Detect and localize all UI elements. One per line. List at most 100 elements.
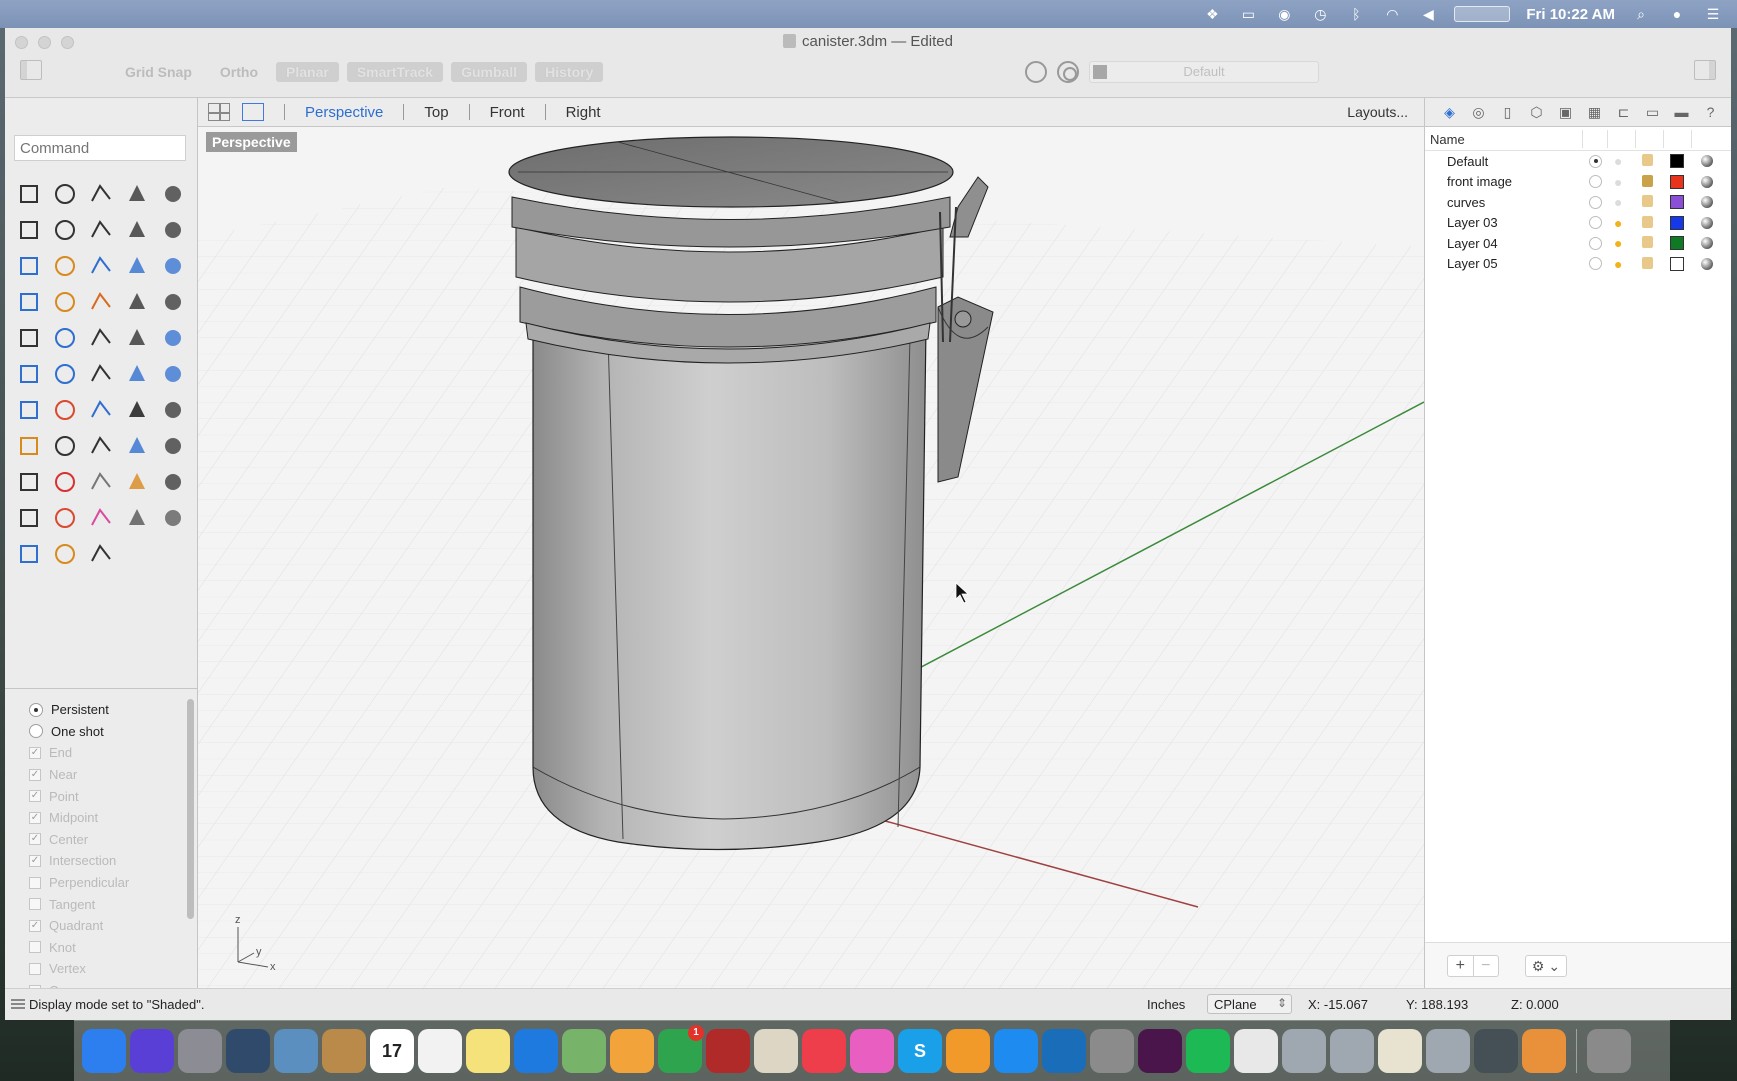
dimension-icon[interactable] xyxy=(157,358,189,390)
checkbox-icon[interactable]: ✓ xyxy=(29,746,41,759)
rectangle-icon[interactable] xyxy=(85,214,117,246)
lightbulb-icon[interactable]: ● xyxy=(1614,174,1622,190)
layer-color-swatch[interactable] xyxy=(1670,195,1684,209)
siri-icon[interactable]: ● xyxy=(1667,6,1687,22)
group-icon[interactable] xyxy=(49,322,81,354)
analyze-icon[interactable] xyxy=(157,394,189,426)
siri-icon[interactable] xyxy=(130,1029,174,1073)
layer-row[interactable]: front image ● xyxy=(1425,172,1731,193)
filter-icon[interactable] xyxy=(1025,61,1047,83)
lock-icon[interactable] xyxy=(1642,236,1653,248)
gumball-toggle[interactable]: Gumball xyxy=(451,62,528,82)
smarttrack-toggle[interactable]: SmartTrack xyxy=(346,62,444,82)
layout-tab-icon[interactable]: ⊏ xyxy=(1614,104,1633,121)
reminders-icon[interactable] xyxy=(418,1029,462,1073)
spotlight-icon[interactable]: ⌕ xyxy=(1631,6,1651,22)
layer-name[interactable]: Layer 03 xyxy=(1447,215,1498,230)
osnap-mode-oneshot[interactable]: One shot xyxy=(5,721,198,743)
split-icon[interactable] xyxy=(85,286,117,318)
osnap-item[interactable]: Tangent xyxy=(5,893,198,915)
current-layer-radio-icon[interactable] xyxy=(1589,195,1602,209)
extend-icon[interactable] xyxy=(157,286,189,318)
planar-toggle[interactable]: Planar xyxy=(276,62,339,82)
facetime-icon[interactable]: 1 xyxy=(658,1025,704,1073)
radio-icon[interactable] xyxy=(29,702,43,717)
surface-icon[interactable] xyxy=(13,250,45,282)
checkbox-icon[interactable]: ✓ xyxy=(29,919,41,932)
checkbox-icon[interactable]: ✓ xyxy=(29,790,41,803)
camera-tab-icon[interactable]: ▣ xyxy=(1556,104,1575,121)
material-sphere-icon[interactable] xyxy=(1701,216,1713,229)
slack-icon[interactable] xyxy=(1138,1029,1182,1073)
layer-name[interactable]: Layer 04 xyxy=(1447,236,1498,251)
grid-array-icon[interactable] xyxy=(13,394,45,426)
color-icon[interactable] xyxy=(85,502,117,534)
circle-icon[interactable] xyxy=(157,178,189,210)
map-icon[interactable] xyxy=(85,466,117,498)
checkbox-icon[interactable]: ✓ xyxy=(29,768,41,781)
four-viewports-icon[interactable] xyxy=(208,103,230,121)
maps-icon[interactable] xyxy=(562,1029,606,1073)
time-machine-icon[interactable]: ◷ xyxy=(1310,6,1330,22)
checkbox-icon[interactable]: ✓ xyxy=(29,833,41,846)
material-icon[interactable] xyxy=(13,538,45,570)
lock-icon[interactable] xyxy=(1642,154,1653,166)
volume-icon[interactable]: ◀ xyxy=(1418,6,1438,22)
zoom-extents-icon[interactable] xyxy=(121,430,153,462)
osnap-icon[interactable] xyxy=(1057,61,1079,83)
osnap-item[interactable]: ✓ Near xyxy=(5,764,198,786)
checkbox-icon[interactable]: ✓ xyxy=(29,854,41,867)
osnap-item[interactable]: ✓ Point xyxy=(5,785,198,807)
cube-tab-icon[interactable]: ⬡ xyxy=(1527,104,1546,121)
render-icon[interactable] xyxy=(49,502,81,534)
osnap-item[interactable]: ✓ Intersection xyxy=(5,850,198,872)
lock-icon[interactable] xyxy=(1642,215,1653,228)
document-tab-icon[interactable]: ▯ xyxy=(1498,104,1517,121)
array-icon[interactable] xyxy=(49,358,81,390)
car-icon[interactable] xyxy=(49,466,81,498)
material-sphere-icon[interactable] xyxy=(1701,175,1713,188)
lightbulb-icon[interactable]: ● xyxy=(1614,194,1622,210)
checkbox-icon[interactable] xyxy=(29,898,41,911)
rhino-wip-icon[interactable] xyxy=(1330,1029,1374,1073)
osnap-item[interactable]: On curve xyxy=(5,980,198,988)
current-layer-select[interactable]: Default xyxy=(1089,61,1319,83)
layer-row[interactable]: Layer 03 ● xyxy=(1425,213,1731,234)
chrome-icon[interactable] xyxy=(1234,1029,1278,1073)
battery-icon[interactable] xyxy=(1454,6,1511,22)
dropbox-icon[interactable]: ❖ xyxy=(1202,6,1222,22)
revolve-icon[interactable] xyxy=(49,250,81,282)
system-preferences-icon[interactable] xyxy=(1090,1029,1134,1073)
skype-icon[interactable]: S xyxy=(898,1029,942,1073)
checkbox-icon[interactable] xyxy=(29,941,41,954)
cylinder-icon[interactable] xyxy=(157,250,189,282)
rhino-wip-2-icon[interactable] xyxy=(1426,1029,1470,1073)
news-icon[interactable] xyxy=(802,1029,846,1073)
layer-color-swatch[interactable] xyxy=(1670,154,1684,168)
right-sidebar-toggle-icon[interactable] xyxy=(1694,60,1716,80)
current-layer-radio-icon[interactable] xyxy=(1589,175,1602,189)
measure-icon[interactable] xyxy=(85,394,117,426)
arc-icon[interactable] xyxy=(13,214,45,246)
current-layer-radio-icon[interactable] xyxy=(1589,154,1602,168)
lightbulb-icon[interactable]: ● xyxy=(1614,256,1622,272)
layer-color-swatch[interactable] xyxy=(1670,215,1684,230)
wifi-icon[interactable]: ◠ xyxy=(1382,6,1402,22)
osnap-scrollbar[interactable] xyxy=(187,699,194,919)
layers-tab-icon[interactable]: ◈ xyxy=(1440,104,1459,121)
materials-tab-icon[interactable]: ▦ xyxy=(1585,104,1604,121)
lightbulb-icon[interactable]: ● xyxy=(1614,153,1622,169)
osnap-mode-persistent[interactable]: Persistent xyxy=(5,699,198,721)
point-icon[interactable] xyxy=(49,178,81,210)
curve-icon[interactable] xyxy=(85,322,117,354)
checkbox-icon[interactable]: ✓ xyxy=(29,811,41,824)
history-toggle[interactable]: History xyxy=(535,62,604,82)
viewport-title[interactable]: Perspective xyxy=(206,132,297,152)
point-cloud-icon[interactable] xyxy=(49,538,81,570)
select-icon[interactable] xyxy=(13,178,45,210)
lock-icon[interactable] xyxy=(1642,174,1653,187)
rotate-view-icon[interactable] xyxy=(13,466,45,498)
layer-name[interactable]: Default xyxy=(1447,154,1488,169)
launchpad-icon[interactable] xyxy=(178,1029,222,1073)
osnap-item[interactable]: ✓ End xyxy=(5,742,198,764)
